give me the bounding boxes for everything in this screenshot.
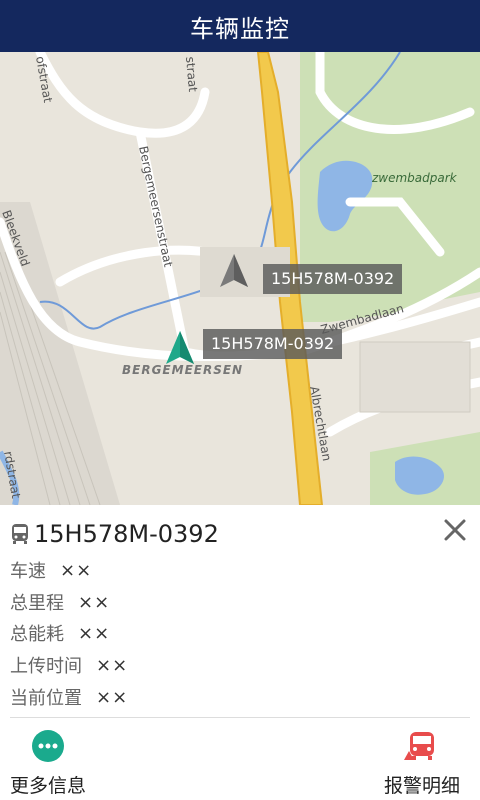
vehicle-label[interactable]: 15H578M-0392 xyxy=(263,264,403,294)
close-icon[interactable] xyxy=(442,517,468,543)
divider xyxy=(10,717,470,718)
more-icon xyxy=(32,730,64,762)
upload-time-row: 上传时间 ×× xyxy=(10,650,128,680)
field-label: 当前位置 xyxy=(10,688,82,709)
field-value: ×× xyxy=(96,686,129,708)
field-value: ×× xyxy=(96,654,129,676)
more-info-button[interactable]: 更多信息 xyxy=(10,729,86,798)
vehicle-plate: 15H578M-0392 xyxy=(271,269,395,288)
vehicle-plate-title: 15H578M-0392 xyxy=(34,520,219,548)
field-label: 上传时间 xyxy=(10,656,82,677)
vehicle-marker-gray[interactable] xyxy=(218,253,250,289)
more-info-label: 更多信息 xyxy=(10,775,87,797)
field-value: ×× xyxy=(78,591,111,613)
field-label: 总里程 xyxy=(10,593,64,614)
alarm-detail-label: 报警明细 xyxy=(384,775,461,797)
current-location-row: 当前位置 ×× xyxy=(10,682,128,712)
bus-icon xyxy=(12,524,28,544)
map-label: zwembadpark xyxy=(371,171,458,185)
field-label: 总能耗 xyxy=(10,624,64,645)
vehicle-marker-green[interactable] xyxy=(164,330,196,366)
vehicle-info-panel: 15H578M-0392 车速 ×× 总里程 ×× 总能耗 ×× 上传时间 ××… xyxy=(0,505,480,800)
alarm-bus-icon xyxy=(404,732,434,760)
title-bar: 车辆监控 xyxy=(0,0,480,52)
total-energy-row: 总能耗 ×× xyxy=(10,618,110,648)
map-view[interactable]: ofstraat straat Bergemeersenstraat Bleek… xyxy=(0,52,480,505)
total-mileage-row: 总里程 ×× xyxy=(10,587,110,617)
vehicle-plate: 15H578M-0392 xyxy=(211,334,335,353)
field-value: ×× xyxy=(78,622,111,644)
page-title: 车辆监控 xyxy=(190,14,290,43)
speed-row: 车速 ×× xyxy=(10,555,92,585)
field-value: ×× xyxy=(60,559,93,581)
plate-row: 15H578M-0392 xyxy=(10,517,219,551)
field-label: 车速 xyxy=(10,561,46,582)
vehicle-label[interactable]: 15H578M-0392 xyxy=(203,329,343,359)
alarm-detail-button[interactable]: 报警明细 xyxy=(384,729,460,798)
